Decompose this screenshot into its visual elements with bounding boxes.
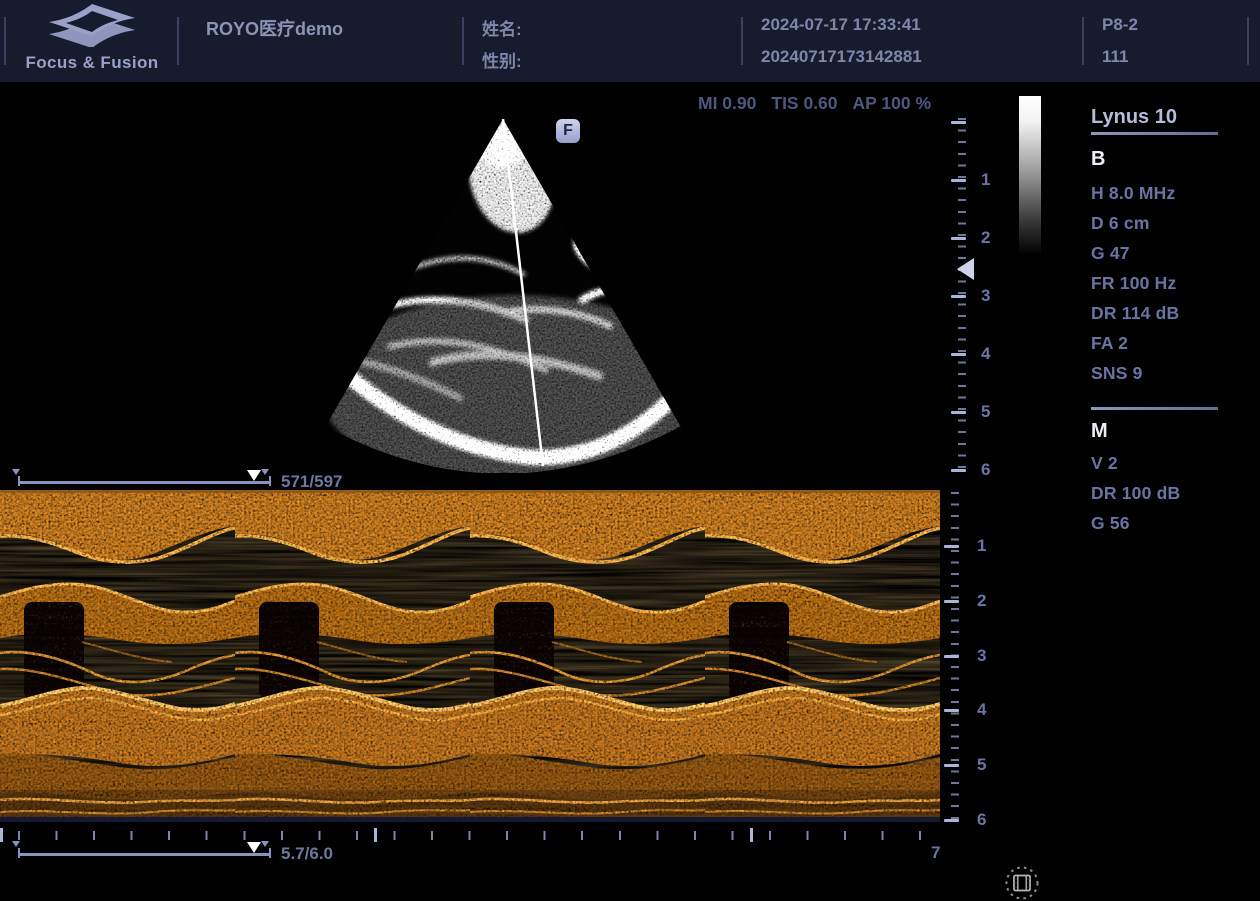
time-ruler-major-tick — [750, 828, 753, 842]
m-depth-label: 4 — [977, 702, 986, 718]
b-depth-label: 3 — [981, 288, 990, 304]
cine-position-handle[interactable] — [247, 470, 261, 481]
m-param-velocity: V 2 — [1091, 453, 1118, 474]
probe-model: P8-2 — [1102, 15, 1138, 35]
b-depth-tick — [951, 179, 966, 182]
b-depth-label: 1 — [981, 172, 990, 188]
cine-current-frame: 571 — [281, 472, 309, 491]
m-depth-label: 5 — [977, 757, 986, 773]
m-depth-label: 6 — [977, 812, 986, 828]
divider — [741, 17, 743, 65]
b-param-frequency: H 8.0 MHz — [1091, 183, 1175, 204]
m-depth-tick — [944, 819, 959, 822]
time-ruler-label: 7 — [931, 845, 940, 861]
b-depth-tick — [951, 237, 966, 240]
b-depth-tick — [951, 295, 966, 298]
m-depth-label: 3 — [977, 648, 986, 664]
brand-logo: Focus & Fusion — [14, 3, 170, 73]
m-mode-trace-image — [0, 490, 940, 822]
time-ruler-major-tick — [374, 828, 377, 842]
panel-divider — [1091, 132, 1218, 135]
cine-range-end-marker[interactable] — [261, 469, 269, 475]
time-ruler — [18, 831, 944, 840]
b-param-fa: FA 2 — [1091, 333, 1128, 354]
system-title: Lynus 10 — [1091, 106, 1177, 129]
divider — [1247, 17, 1249, 65]
m-depth-tick — [944, 545, 959, 548]
b-param-framerate: FR 100 Hz — [1091, 273, 1176, 294]
divider — [4, 17, 6, 65]
divider — [1082, 17, 1084, 65]
patient-gender-label: 性别: — [482, 47, 522, 72]
m-depth-ruler — [951, 492, 959, 826]
cine-scrubber-track[interactable] — [18, 481, 271, 484]
tis-value: TIS 0.60 — [771, 93, 837, 114]
b-mode-image — [280, 105, 730, 473]
b-depth-label: 4 — [981, 346, 990, 362]
b-depth-label: 6 — [981, 462, 990, 478]
grayscale-map-bar — [1019, 96, 1041, 255]
b-mode-label: B — [1091, 148, 1105, 171]
b-depth-label: 2 — [981, 230, 990, 246]
ultrasound-screen: { "header": { "brand": "Focus & Fusion",… — [0, 0, 1260, 901]
b-depth-tick — [951, 353, 966, 356]
sweep-time-counter: 5.7/6.0 — [281, 844, 333, 864]
cine-film-icon[interactable] — [1004, 865, 1040, 901]
b-depth-tick — [951, 411, 966, 414]
b-depth-tick-0 — [951, 121, 966, 124]
exam-datetime: 2024-07-17 17:33:41 — [761, 15, 921, 35]
ap-value: AP 100 % — [853, 93, 931, 114]
m-mode-label: M — [1091, 420, 1108, 443]
sweep-range-end-marker[interactable] — [261, 841, 269, 847]
time-ruler-edge-tick — [0, 828, 3, 842]
top-status-bar: Focus & Fusion ROYO医疗demo 姓名: 性别: 2024-0… — [0, 0, 1260, 82]
acoustic-indices: MI 0.90 TIS 0.60 AP 100 % — [698, 93, 931, 114]
cine-range-start-marker[interactable] — [12, 469, 20, 475]
b-param-depth: D 6 cm — [1091, 213, 1150, 234]
focus-position-marker[interactable] — [957, 258, 974, 280]
b-param-gain: G 47 — [1091, 243, 1130, 264]
sweep-total-time: 6.0 — [309, 844, 333, 863]
study-id: 20240717173142881 — [761, 47, 922, 67]
b-depth-tick — [951, 469, 966, 472]
sweep-position-handle[interactable] — [247, 842, 261, 853]
panel-divider — [1091, 407, 1218, 410]
m-depth-label: 1 — [977, 538, 986, 554]
divider — [462, 17, 464, 65]
m-depth-tick — [944, 709, 959, 712]
sweep-scrubber-track[interactable] — [18, 853, 271, 856]
m-depth-label: 2 — [977, 593, 986, 609]
f-marker-badge[interactable]: F — [556, 119, 580, 143]
facility-name: ROYO医疗demo — [206, 15, 343, 41]
b-depth-label: 5 — [981, 404, 990, 420]
sweep-range-start-marker[interactable] — [12, 841, 20, 847]
divider — [177, 17, 179, 65]
m-param-dynamic-range: DR 100 dB — [1091, 483, 1180, 504]
focus-fusion-logo-icon — [40, 3, 144, 47]
patient-name-label: 姓名: — [482, 15, 522, 40]
m-param-gain: G 56 — [1091, 513, 1130, 534]
m-depth-tick — [944, 600, 959, 603]
brand-name: Focus & Fusion — [14, 53, 170, 73]
probe-preset: 111 — [1102, 47, 1129, 67]
b-param-dynamic-range: DR 114 dB — [1091, 303, 1179, 324]
m-depth-tick — [944, 764, 959, 767]
b-param-sns: SNS 9 — [1091, 363, 1143, 384]
sweep-current-time: 5.7 — [281, 844, 305, 863]
cine-frame-counter: 571/597 — [281, 472, 342, 492]
cine-total-frames: 597 — [314, 472, 342, 491]
m-depth-tick — [944, 655, 959, 658]
